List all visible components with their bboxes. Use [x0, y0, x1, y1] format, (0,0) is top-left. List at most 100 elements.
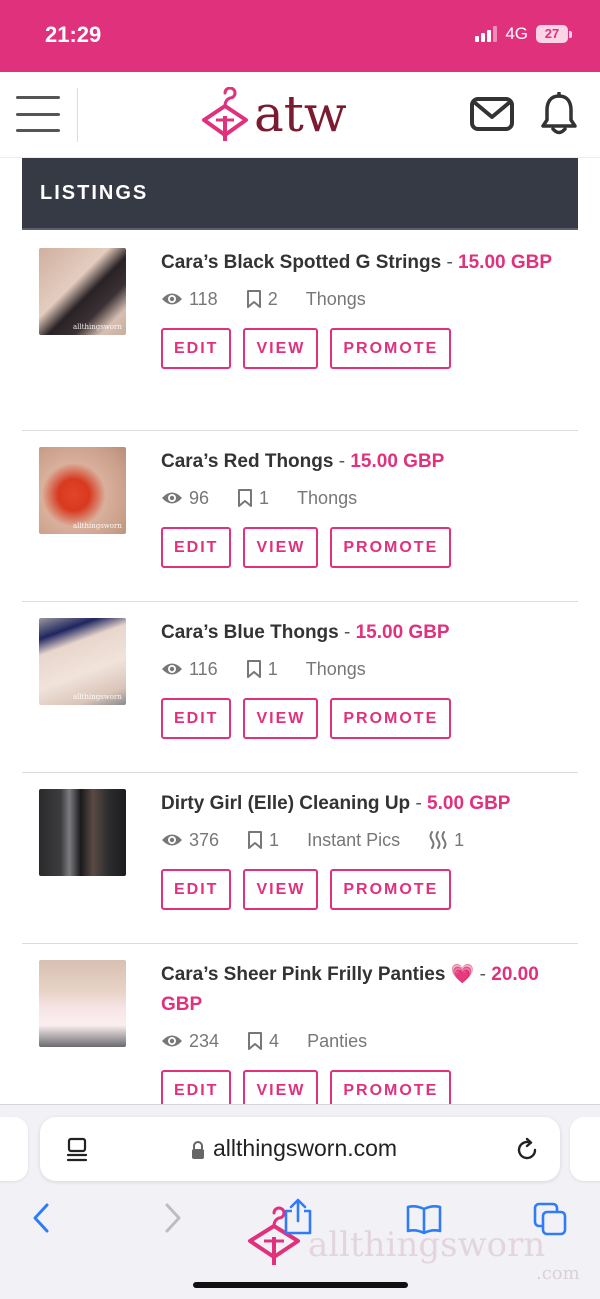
- battery-level: 27: [536, 25, 568, 43]
- listing-actions: EDIT VIEW PROMOTE: [161, 698, 566, 739]
- view-button[interactable]: VIEW: [243, 328, 319, 369]
- edit-button[interactable]: EDIT: [161, 328, 232, 369]
- edit-button[interactable]: EDIT: [161, 698, 232, 739]
- view-button[interactable]: VIEW: [243, 869, 319, 910]
- title-separator: -: [415, 793, 422, 814]
- edit-button[interactable]: EDIT: [161, 1070, 232, 1104]
- reload-icon[interactable]: [514, 1137, 540, 1163]
- home-indicator: [193, 1282, 408, 1288]
- bookmark-icon: [246, 290, 261, 308]
- listing-name: Cara’s Sheer Pink Frilly Panties 💗: [161, 964, 475, 985]
- listing-title[interactable]: Cara’s Black Spotted G Strings - 15.00 G…: [161, 248, 566, 278]
- listing-title[interactable]: Cara’s Red Thongs - 15.00 GBP: [161, 447, 566, 477]
- promote-button[interactable]: PROMOTE: [330, 328, 452, 369]
- bell-icon[interactable]: [540, 92, 578, 136]
- network-label: 4G: [505, 24, 528, 43]
- site-header: atw: [0, 72, 600, 158]
- promote-button[interactable]: PROMOTE: [330, 698, 452, 739]
- listing-meta: 234 4 Panties: [161, 1028, 566, 1054]
- signal-icon: [475, 26, 498, 42]
- saves-count: 2: [246, 289, 278, 310]
- views-count: 234: [161, 1031, 219, 1052]
- views-value: 118: [189, 288, 218, 309]
- status-time: 21:29: [45, 22, 102, 47]
- listing-price: 15.00 GBP: [355, 622, 450, 643]
- status-bar: 21:29 4G 27: [0, 0, 600, 72]
- listing-item: Dirty Girl (Elle) Cleaning Up - 5.00 GBP…: [22, 773, 578, 944]
- listing-price: 5.00 GBP: [427, 793, 511, 814]
- eye-icon: [162, 663, 182, 675]
- heat-icon: [429, 831, 447, 849]
- listing-thumbnail[interactable]: allthingsworn: [39, 447, 126, 534]
- thumbnail-watermark: allthingsworn: [73, 323, 122, 331]
- listing-thumbnail[interactable]: allthingsworn: [39, 618, 126, 705]
- listing-price: 15.00 GBP: [458, 252, 553, 273]
- browser-toolbar: allthingsworn.com allthingsworn .com: [0, 1104, 600, 1299]
- listing-title[interactable]: Cara’s Sheer Pink Frilly Panties 💗 - 20.…: [161, 960, 566, 1020]
- listing-item: Cara’s Sheer Pink Frilly Panties 💗 - 20.…: [22, 944, 578, 1104]
- listing-title[interactable]: Dirty Girl (Elle) Cleaning Up - 5.00 GBP: [161, 789, 566, 819]
- view-button[interactable]: VIEW: [243, 1070, 319, 1104]
- listing-actions: EDIT VIEW PROMOTE: [161, 328, 566, 369]
- bookmark-icon: [238, 489, 253, 507]
- listing-meta: 118 2 Thongs: [161, 286, 566, 312]
- listing-category: Panties: [307, 1030, 368, 1051]
- menu-icon[interactable]: [16, 96, 60, 132]
- views-count: 116: [161, 659, 218, 680]
- listing-item: allthingsworn Cara’s Black Spotted G Str…: [22, 232, 578, 431]
- bookmarks-icon[interactable]: [405, 1203, 443, 1235]
- view-button[interactable]: VIEW: [243, 698, 319, 739]
- thumbnail-watermark: allthingsworn: [73, 522, 122, 530]
- promote-button[interactable]: PROMOTE: [330, 1070, 452, 1104]
- previous-tab-preview[interactable]: [0, 1117, 28, 1181]
- listing-thumbnail[interactable]: allthingsworn: [39, 248, 126, 335]
- listing-meta: 96 1 Thongs: [161, 485, 566, 511]
- share-icon[interactable]: [282, 1197, 314, 1237]
- listing-thumbnail[interactable]: [39, 789, 126, 876]
- listing-actions: EDIT VIEW PROMOTE: [161, 869, 566, 910]
- saves-value: 1: [267, 658, 278, 679]
- next-tab-preview[interactable]: [570, 1117, 600, 1181]
- edit-button[interactable]: EDIT: [161, 527, 232, 568]
- listing-title[interactable]: Cara’s Blue Thongs - 15.00 GBP: [161, 618, 566, 648]
- listing-actions: EDIT VIEW PROMOTE: [161, 1070, 566, 1104]
- instant-count: 1: [428, 830, 464, 851]
- listing-category: Thongs: [297, 487, 358, 508]
- title-separator: -: [446, 252, 453, 273]
- mail-icon[interactable]: [470, 96, 514, 132]
- views-value: 376: [189, 829, 220, 850]
- forward-icon[interactable]: [160, 1201, 184, 1235]
- listing-name: Cara’s Red Thongs: [161, 451, 334, 472]
- bookmark-icon: [248, 831, 263, 849]
- listing-meta: 376 1 Instant Pics 1: [161, 827, 566, 853]
- site-logo[interactable]: atw: [200, 86, 347, 142]
- saves-count: 1: [246, 659, 278, 680]
- listing-thumbnail[interactable]: [39, 960, 126, 1047]
- back-icon[interactable]: [30, 1201, 54, 1235]
- promote-button[interactable]: PROMOTE: [330, 527, 452, 568]
- page-menu-icon[interactable]: [66, 1137, 88, 1163]
- saves-value: 4: [269, 1030, 280, 1051]
- promote-button[interactable]: PROMOTE: [330, 869, 452, 910]
- view-button[interactable]: VIEW: [243, 527, 319, 568]
- eye-icon: [162, 492, 182, 504]
- saves-value: 1: [259, 487, 270, 508]
- listing-name: Dirty Girl (Elle) Cleaning Up: [161, 793, 411, 814]
- listing-name: Cara’s Black Spotted G Strings: [161, 252, 442, 273]
- saves-count: 4: [247, 1031, 279, 1052]
- saves-count: 1: [237, 488, 269, 509]
- views-count: 118: [161, 289, 218, 310]
- listing-price: 15.00 GBP: [350, 451, 445, 472]
- tabs-icon[interactable]: [532, 1201, 568, 1237]
- listing-name: Cara’s Blue Thongs: [161, 622, 339, 643]
- hanger-logo-icon: [202, 87, 248, 141]
- address-bar[interactable]: allthingsworn.com: [40, 1117, 560, 1181]
- views-value: 234: [189, 1030, 220, 1051]
- battery-icon: 27: [536, 25, 572, 43]
- listing-actions: EDIT VIEW PROMOTE: [161, 527, 566, 568]
- saves-count: 1: [247, 830, 279, 851]
- listings-title: LISTINGS: [40, 182, 149, 204]
- title-separator: -: [344, 622, 351, 643]
- logo-text: atw: [254, 85, 347, 143]
- edit-button[interactable]: EDIT: [161, 869, 232, 910]
